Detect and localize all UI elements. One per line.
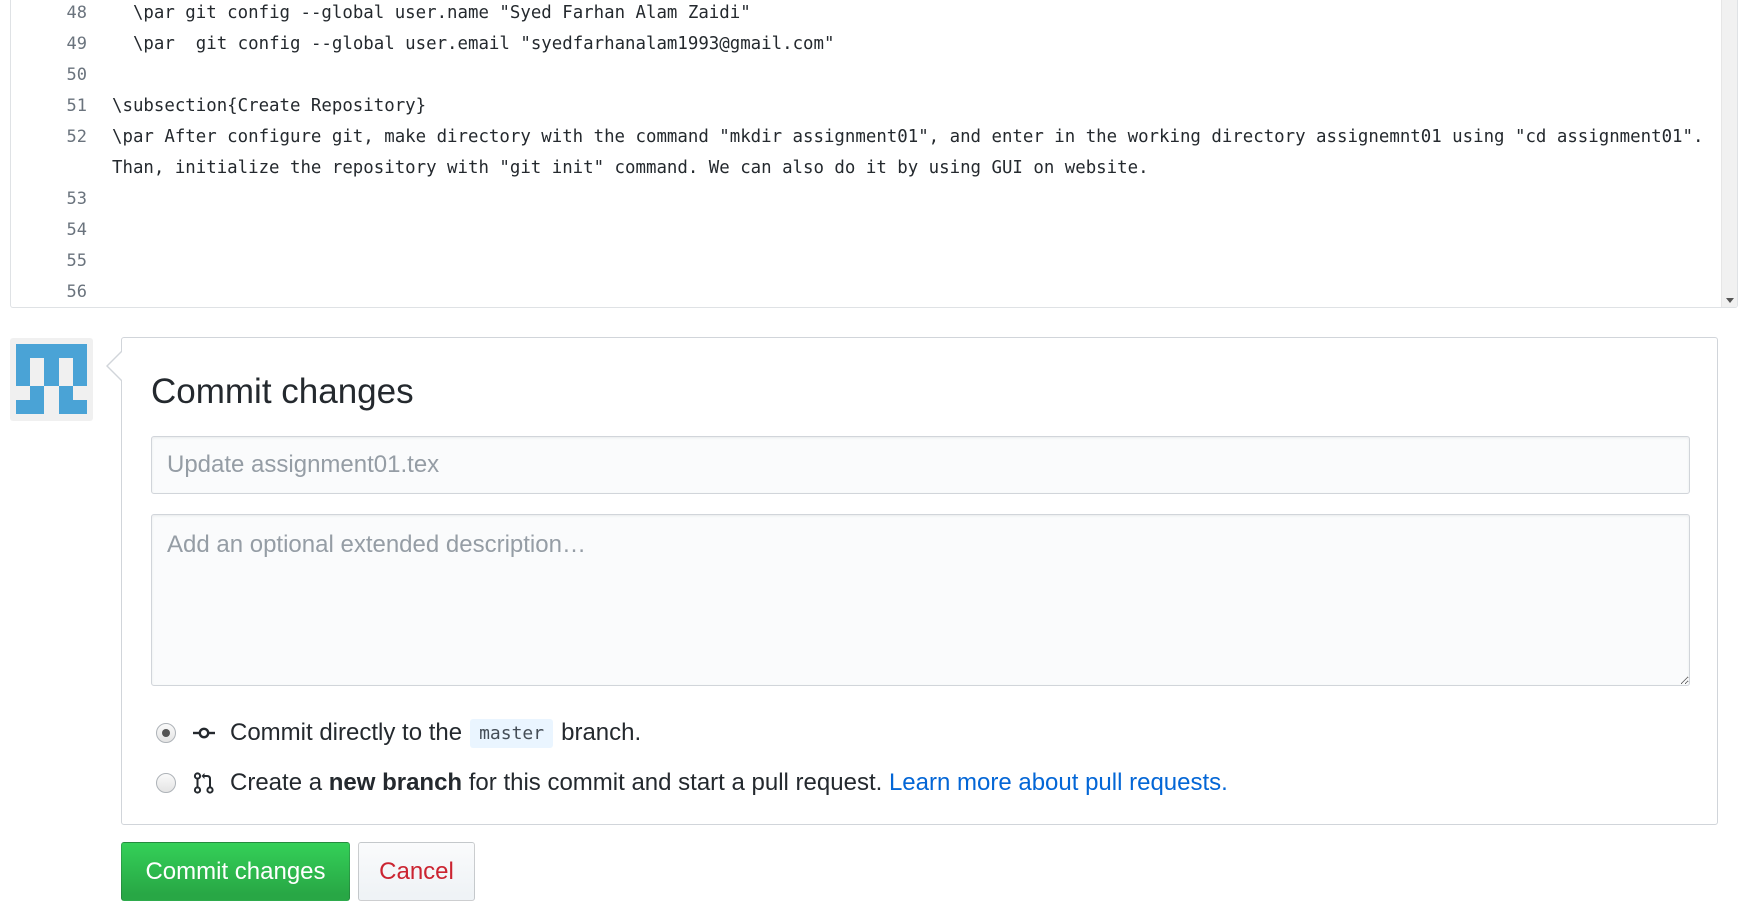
- code-line: 49 \par git config --global user.email "…: [11, 29, 1721, 60]
- commit-form: Commit changes Commit directly to the ma…: [106, 337, 1718, 825]
- avatar-identicon-block: [59, 386, 73, 400]
- commit-direct-radio[interactable]: [156, 723, 176, 743]
- line-number: 52: [66, 127, 87, 147]
- line-number: 48: [66, 3, 87, 23]
- line-code[interactable]: \par After configure git, make directory…: [112, 122, 1713, 184]
- commit-changes-button[interactable]: Commit changes: [121, 842, 350, 901]
- avatar-identicon-block: [30, 386, 44, 400]
- code-lines: 48 \par git config --global user.name "S…: [11, 0, 1721, 307]
- commit-direct-text: Commit directly to the: [230, 719, 463, 746]
- scroll-down-arrow-icon[interactable]: [1726, 298, 1734, 303]
- commit-direct-option[interactable]: Commit directly to the master branch.: [156, 716, 641, 750]
- line-number: 50: [66, 65, 87, 85]
- scrollbar-thumb[interactable]: [1724, 0, 1735, 278]
- code-line: 56: [11, 277, 1721, 307]
- cancel-button[interactable]: Cancel: [358, 842, 475, 901]
- line-code[interactable]: \par git config --global user.email "sye…: [112, 29, 1713, 60]
- line-number: 56: [66, 282, 87, 302]
- git-commit-icon: [193, 727, 215, 739]
- avatar[interactable]: [10, 338, 93, 421]
- code-line: 53: [11, 184, 1721, 215]
- git-pull-request-icon: [193, 772, 214, 794]
- new-branch-radio[interactable]: [156, 773, 176, 793]
- learn-more-pull-requests-link[interactable]: Learn more about pull requests.: [889, 769, 1228, 797]
- code-line: 51 \subsection{Create Repository}: [11, 91, 1721, 122]
- line-number: 55: [66, 251, 87, 271]
- line-code[interactable]: \subsection{Create Repository}: [112, 91, 1713, 122]
- speech-pointer-fill: [108, 351, 123, 381]
- line-number: 49: [66, 34, 87, 54]
- line-number: 51: [66, 96, 87, 116]
- commit-description-input[interactable]: [151, 514, 1690, 686]
- editor-scrollbar[interactable]: [1721, 0, 1737, 307]
- new-branch-text: Create a: [230, 769, 323, 796]
- code-line: 48 \par git config --global user.name "S…: [11, 0, 1721, 29]
- new-branch-bold: new branch: [328, 769, 463, 796]
- line-number: 54: [66, 220, 87, 240]
- code-line: 52 \par After configure git, make direct…: [11, 122, 1721, 184]
- commit-summary-input[interactable]: [151, 436, 1690, 494]
- new-branch-option[interactable]: Create a new branch for this commit and …: [156, 766, 1228, 800]
- avatar-identicon-block: [16, 400, 44, 414]
- line-number: 53: [66, 189, 87, 209]
- avatar-identicon-block: [16, 344, 87, 358]
- code-line: 55: [11, 246, 1721, 277]
- commit-direct-text-suffix: branch.: [561, 719, 642, 746]
- branch-name-tag: master: [470, 718, 554, 748]
- code-editor[interactable]: 48 \par git config --global user.name "S…: [10, 0, 1738, 308]
- avatar-identicon-block: [44, 358, 59, 386]
- avatar-identicon-block: [16, 358, 30, 386]
- commit-form-title: Commit changes: [151, 372, 414, 411]
- avatar-identicon-block: [59, 400, 87, 414]
- line-code[interactable]: \par git config --global user.name "Syed…: [112, 0, 1713, 29]
- code-line: 50: [11, 60, 1721, 91]
- avatar-identicon-block: [73, 358, 87, 386]
- code-line: 54: [11, 215, 1721, 246]
- new-branch-text-suffix: for this commit and start a pull request…: [468, 769, 883, 796]
